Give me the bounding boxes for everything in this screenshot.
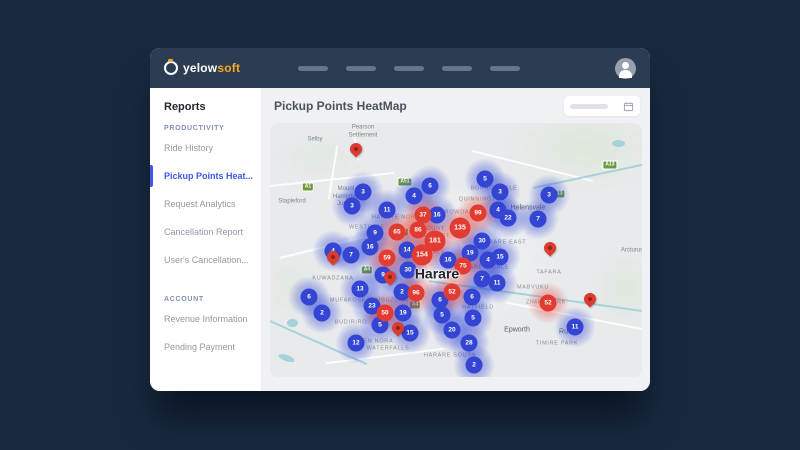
sidebar-section-productivity: PRODUCTIVITY [164, 125, 247, 132]
map-marker-red[interactable]: 86 [410, 222, 427, 239]
map-label: Selby [307, 136, 322, 144]
map-marker-blue[interactable]: 11 [567, 319, 584, 336]
map-marker-red[interactable]: 65 [389, 224, 406, 241]
map-marker-blue[interactable]: 6 [422, 178, 439, 195]
map-marker-blue[interactable]: 20 [444, 322, 461, 339]
route-badge: A1 [302, 183, 314, 192]
date-range-picker[interactable] [564, 96, 640, 116]
sidebar-item-pickup-points-heatmap[interactable]: Pickup Points Heat... [164, 162, 247, 190]
map-marker-red[interactable]: 154 [412, 245, 433, 266]
sidebar-item-users-cancellation[interactable]: User's Cancellation... [164, 246, 247, 274]
map-pin-icon[interactable] [542, 240, 559, 257]
map-label: Arcturus [621, 247, 642, 255]
map-marker-blue[interactable]: 19 [395, 305, 412, 322]
page-background: yelowsoft Reports PRODUCTIVITY Ride Hist… [0, 0, 800, 450]
map-label: Pearson Settlement [349, 125, 378, 140]
map-marker-blue[interactable]: 5 [477, 171, 494, 188]
map-marker-blue[interactable]: 7 [530, 211, 547, 228]
map-marker-blue[interactable]: 2 [466, 357, 483, 374]
map-marker-blue[interactable]: 22 [500, 210, 517, 227]
nav-menu-placeholder[interactable] [442, 66, 472, 71]
map-marker-blue[interactable]: 9 [367, 225, 384, 242]
app-top-bar: yelowsoft [150, 48, 650, 88]
map-marker-red[interactable]: 59 [379, 250, 396, 267]
map-marker-blue[interactable]: 6 [301, 289, 318, 306]
date-value-placeholder [570, 104, 608, 109]
map-marker-blue[interactable]: 2 [314, 305, 331, 322]
calendar-icon [623, 101, 634, 112]
map-pin-icon[interactable] [582, 291, 599, 308]
nav-menu-placeholder[interactable] [490, 66, 520, 71]
map-label: Epworth [504, 327, 530, 336]
map-pin-icon[interactable] [348, 141, 365, 158]
map-marker-red[interactable]: 52 [444, 284, 461, 301]
reports-sidebar: Reports PRODUCTIVITY Ride History Pickup… [150, 88, 262, 391]
map-label: Harare [415, 265, 459, 283]
route-badge: A13 [602, 161, 617, 170]
map-marker-blue[interactable]: 5 [434, 307, 451, 324]
map-marker-blue[interactable]: 3 [541, 187, 558, 204]
map-marker-blue[interactable]: 11 [379, 202, 396, 219]
sidebar-item-revenue-information[interactable]: Revenue Information [164, 305, 247, 333]
map-marker-blue[interactable]: 13 [352, 281, 369, 298]
top-nav-placeholders [298, 66, 520, 71]
map-marker-blue[interactable]: 3 [355, 184, 372, 201]
sidebar-section-account: ACCOUNT [164, 296, 247, 303]
map-marker-blue[interactable]: 4 [480, 252, 497, 269]
map-marker-blue[interactable]: 4 [406, 188, 423, 205]
map-marker-blue[interactable]: 12 [348, 335, 365, 352]
map-marker-red[interactable]: 52 [540, 295, 557, 312]
map-marker-red[interactable]: 99 [470, 205, 487, 222]
sidebar-item-pending-payment[interactable]: Pending Payment [164, 333, 247, 361]
map-marker-blue[interactable]: 28 [461, 335, 478, 352]
map-marker-blue[interactable]: 5 [465, 310, 482, 327]
map-marker-red[interactable]: 135 [450, 218, 471, 239]
main-panel: Pickup Points HeatMap [262, 88, 650, 391]
map-marker-blue[interactable]: 7 [343, 247, 360, 264]
map-marker-blue[interactable]: 3 [344, 198, 361, 215]
sidebar-title: Reports [164, 101, 247, 113]
page-title: Pickup Points HeatMap [274, 99, 407, 113]
map-marker-blue[interactable]: 3 [492, 184, 509, 201]
map-label: TAFARA [536, 270, 561, 277]
sidebar-item-request-analytics[interactable]: Request Analytics [164, 190, 247, 218]
brand-logo[interactable]: yelowsoft [164, 61, 240, 75]
map-marker-blue[interactable]: 11 [489, 275, 506, 292]
sidebar-item-cancellation-report[interactable]: Cancellation Report [164, 218, 247, 246]
map-label: Stapleford [278, 198, 305, 206]
map-canvas[interactable]: Pearson SettlementSelbyStaplefordMount H… [270, 123, 642, 377]
map-marker-red[interactable]: 96 [408, 285, 425, 302]
nav-menu-placeholder[interactable] [394, 66, 424, 71]
sidebar-item-ride-history[interactable]: Ride History [164, 134, 247, 162]
nav-menu-placeholder[interactable] [298, 66, 328, 71]
brand-name: yelowsoft [183, 61, 240, 75]
browser-window: yelowsoft Reports PRODUCTIVITY Ride Hist… [150, 48, 650, 391]
user-avatar-icon[interactable] [615, 58, 636, 79]
map-marker-red[interactable]: 50 [377, 305, 394, 322]
nav-menu-placeholder[interactable] [346, 66, 376, 71]
map-marker-blue[interactable]: 6 [464, 289, 481, 306]
yelowsoft-logo-icon [164, 61, 178, 75]
